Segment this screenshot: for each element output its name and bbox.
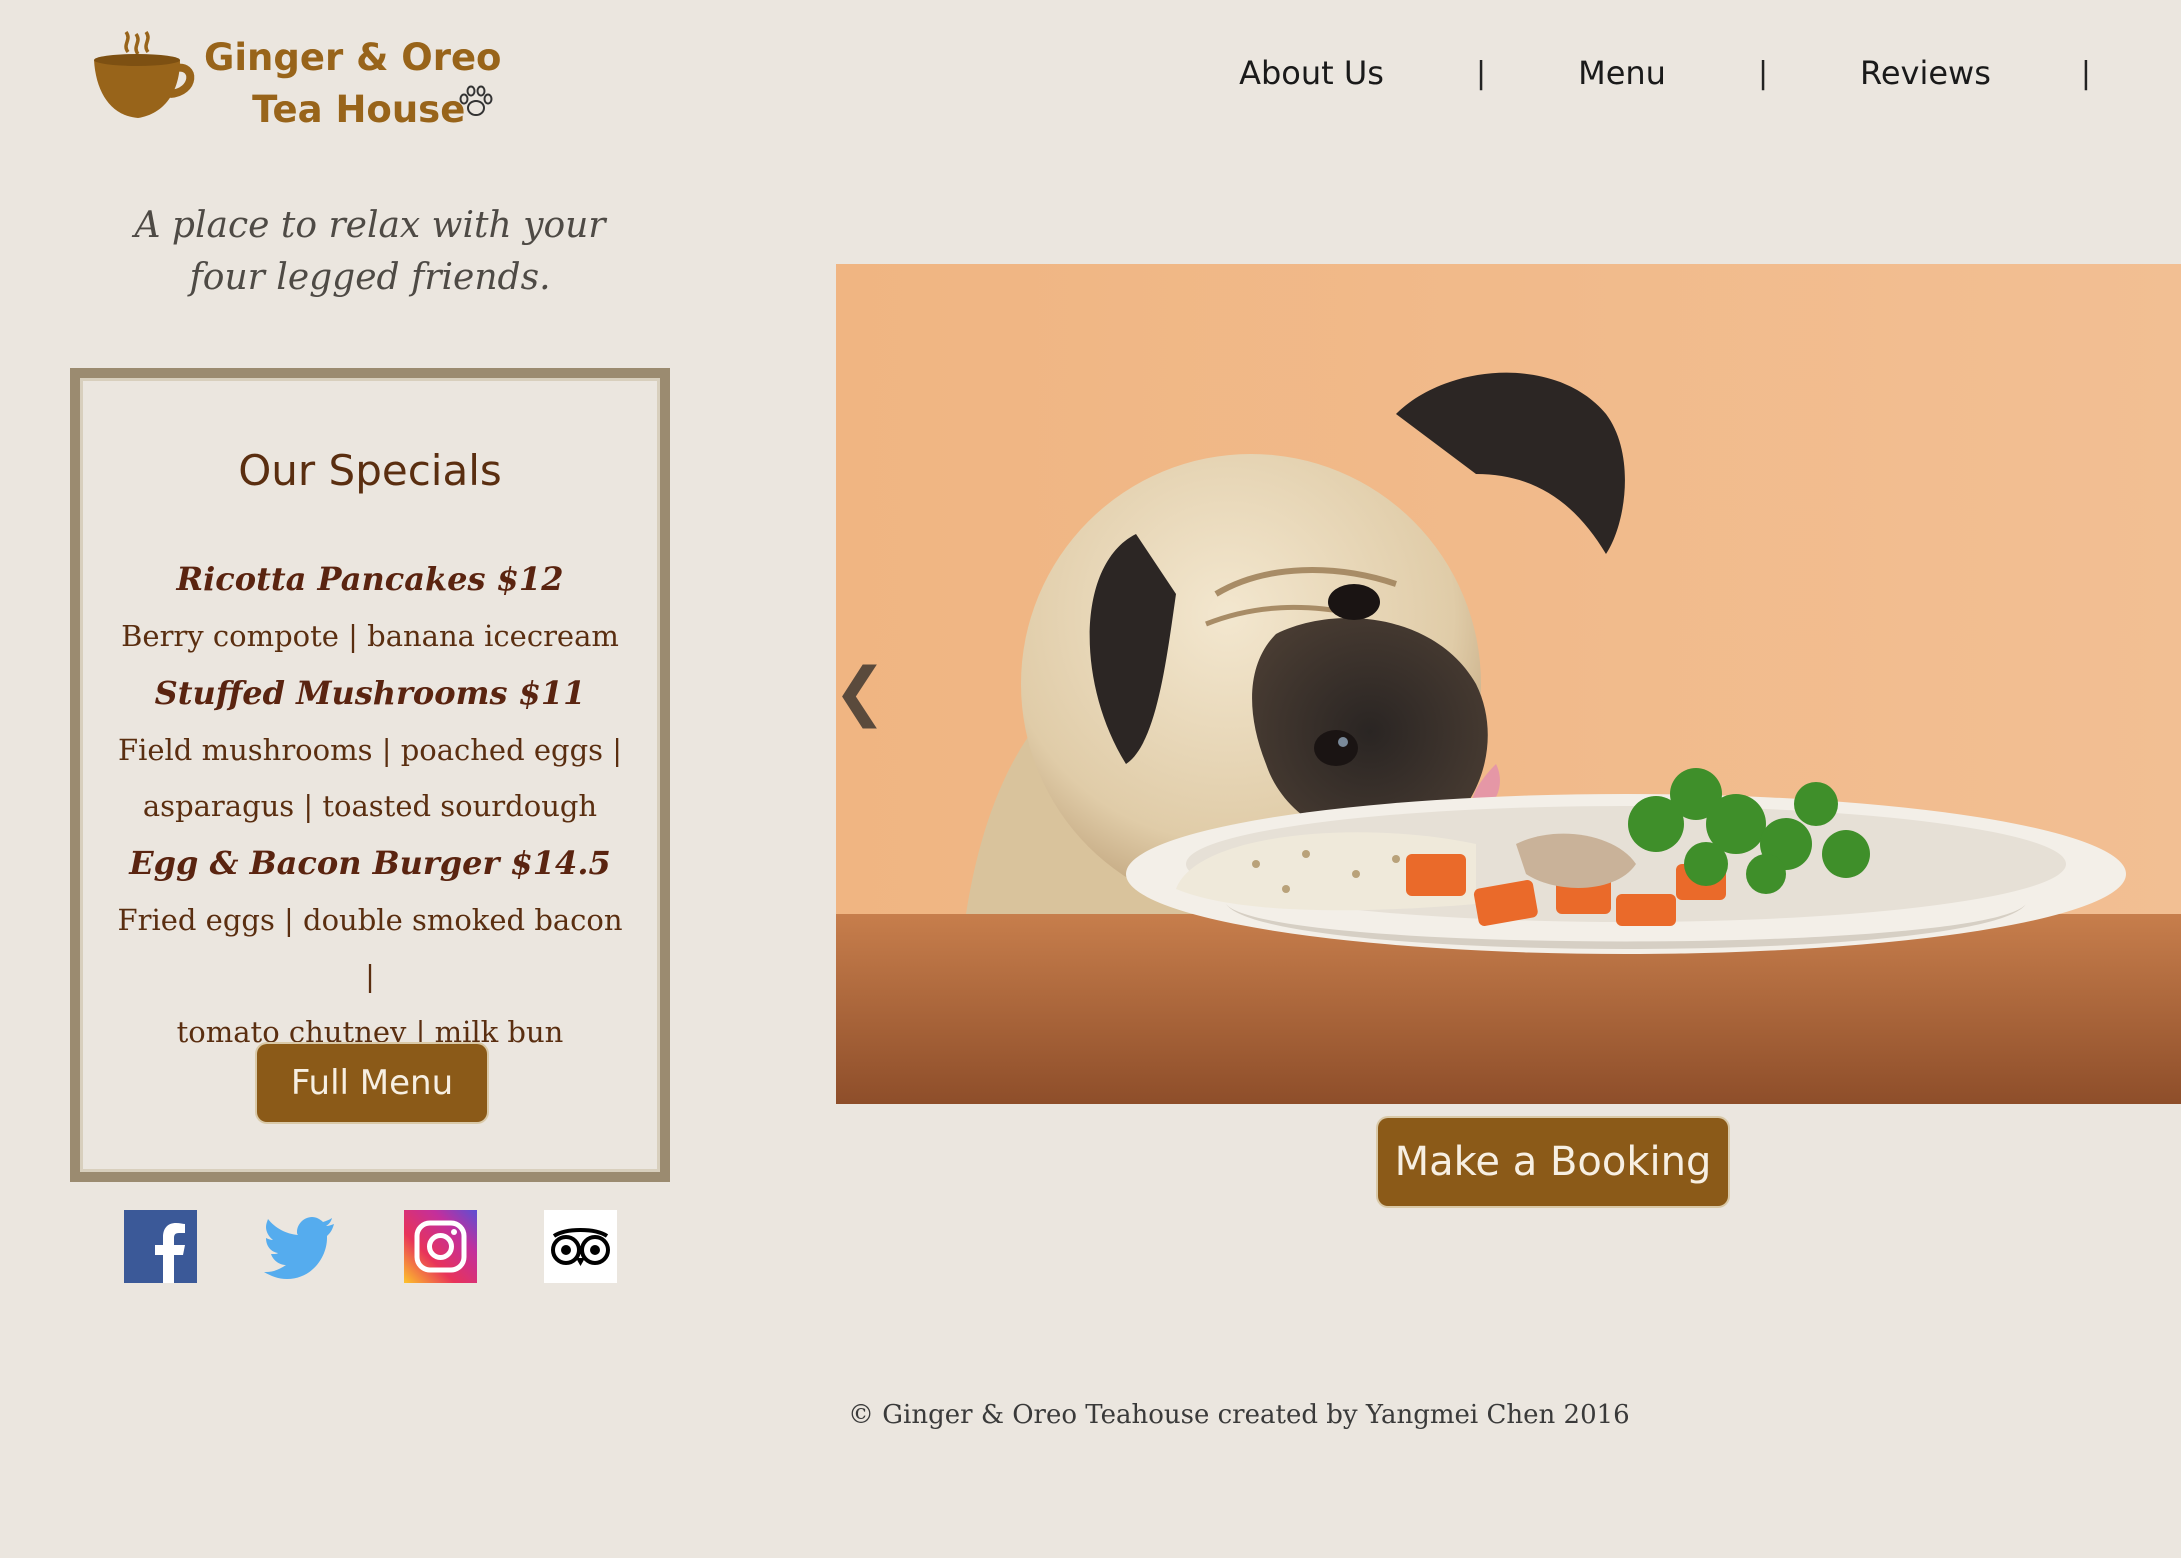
special-item-name: Ricotta Pancakes $12 <box>176 560 564 598</box>
nav-item-reviews[interactable]: Reviews <box>1860 54 1991 92</box>
full-menu-button[interactable]: Full Menu <box>257 1044 487 1122</box>
tripadvisor-icon[interactable] <box>544 1210 617 1283</box>
nav-separator: | <box>1475 55 1487 91</box>
paw-icon <box>459 85 493 116</box>
nav-item-menu[interactable]: Menu <box>1578 54 1666 92</box>
special-item-desc: Field mushrooms | poached eggs | <box>117 733 623 767</box>
special-item-desc: Berry compote | banana icecream <box>121 619 619 653</box>
instagram-icon[interactable] <box>404 1210 477 1283</box>
carousel-prev-arrow[interactable]: ❮ <box>833 660 887 724</box>
make-booking-button[interactable]: Make a Booking <box>1378 1118 1728 1206</box>
specials-title: Our Specials <box>238 446 502 495</box>
pug-photo <box>836 264 2181 1104</box>
special-item-desc: asparagus | toasted sourdough <box>142 789 598 823</box>
hero-carousel-image <box>836 264 2181 1104</box>
tagline-line1: A place to relax with your <box>134 205 606 246</box>
specials-list: Ricotta Pancakes $12 Berry compote | ban… <box>80 550 660 1060</box>
facebook-icon[interactable] <box>124 1210 197 1283</box>
brand-name: Ginger & Oreo Tea House <box>204 32 501 136</box>
tagline-line2: four legged friends. <box>189 257 551 298</box>
special-item-desc: Fried eggs | double smoked bacon | <box>117 903 623 993</box>
specials-panel: Our Specials Ricotta Pancakes $12 Berry … <box>70 368 670 1182</box>
footer-copyright: © Ginger & Oreo Teahouse created by Yang… <box>848 1400 1630 1430</box>
special-item-name: Stuffed Mushrooms $11 <box>154 674 586 712</box>
social-links <box>124 1210 617 1283</box>
site-logo[interactable]: Ginger & Oreo Tea House <box>92 28 512 138</box>
special-item-name: Egg & Bacon Burger $14.5 <box>129 844 611 882</box>
teacup-icon <box>94 30 195 118</box>
twitter-icon[interactable] <box>264 1210 337 1283</box>
brand-name-line2: Tea House <box>252 88 466 131</box>
brand-name-line1: Ginger & Oreo <box>204 36 502 79</box>
main-nav: About Us | Menu | Reviews | <box>1239 50 2091 96</box>
nav-separator: | <box>2080 55 2091 91</box>
nav-separator: | <box>1757 55 1769 91</box>
nav-item-about-us[interactable]: About Us <box>1239 54 1384 92</box>
tagline: A place to relax with your four legged f… <box>70 200 670 304</box>
